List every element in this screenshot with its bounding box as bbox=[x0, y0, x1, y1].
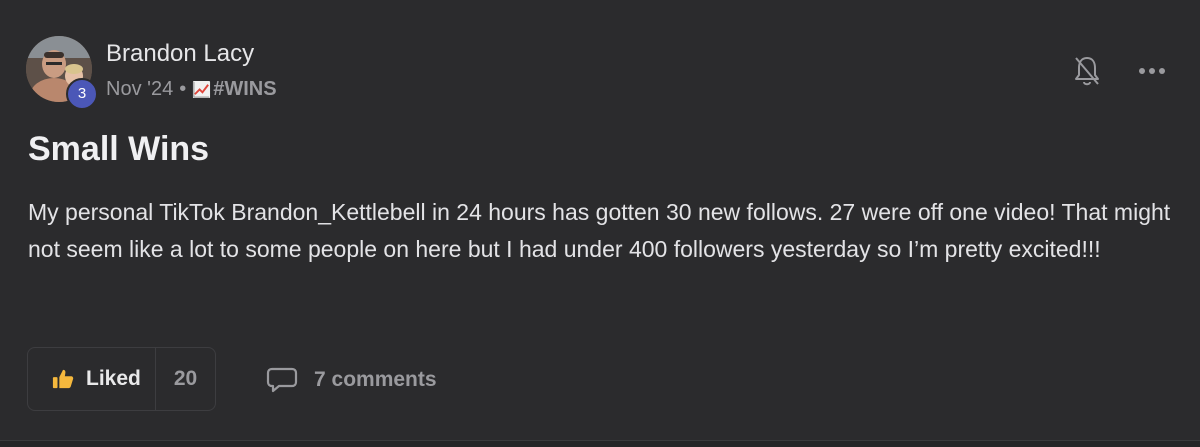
author-name[interactable]: Brandon Lacy bbox=[106, 40, 254, 68]
post-card: 3 Brandon Lacy Nov '24 • #WINS Small Win… bbox=[0, 0, 1200, 447]
like-label: Liked bbox=[86, 367, 141, 390]
category-label: #WINS bbox=[213, 78, 277, 100]
chart-increasing-icon bbox=[193, 80, 211, 99]
post-body: My personal TikTok Brandon_Kettlebell in… bbox=[28, 199, 1171, 262]
comments-label: 7 comments bbox=[314, 368, 437, 391]
notification-bell-off-icon[interactable] bbox=[1072, 54, 1102, 88]
category-link[interactable]: #WINS bbox=[192, 78, 277, 101]
meta-separator: • bbox=[179, 78, 187, 100]
post-date[interactable]: Nov '24 bbox=[106, 78, 173, 101]
like-button[interactable]: Liked bbox=[28, 348, 156, 410]
thumbs-up-icon bbox=[52, 369, 74, 389]
post-meta: Nov '24 • #WINS bbox=[106, 78, 277, 101]
post-title[interactable]: Small Wins bbox=[28, 130, 209, 169]
more-options-icon[interactable] bbox=[1136, 61, 1168, 81]
avatar-container[interactable]: 3 bbox=[26, 36, 98, 110]
like-group: Liked 20 bbox=[27, 347, 217, 411]
like-count[interactable]: 20 bbox=[156, 348, 215, 410]
level-badge: 3 bbox=[66, 78, 98, 110]
post-divider bbox=[0, 440, 1200, 447]
comment-bubble-icon bbox=[266, 367, 298, 393]
comments-button[interactable]: 7 comments bbox=[266, 362, 437, 398]
